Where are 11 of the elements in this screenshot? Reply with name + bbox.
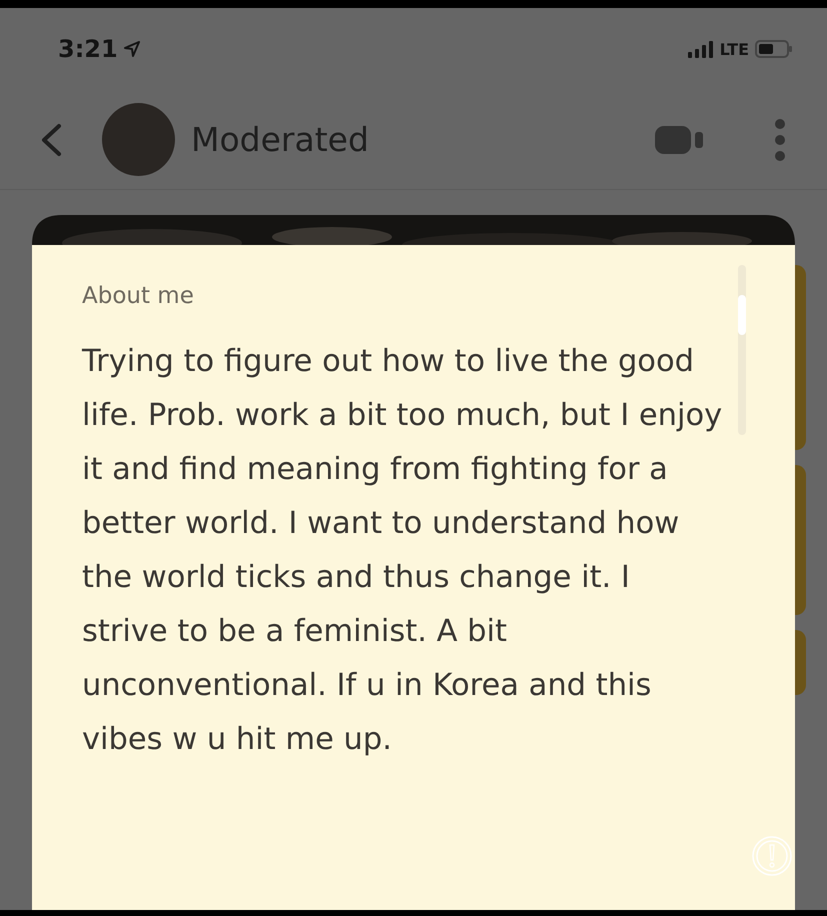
scrollbar[interactable]	[738, 265, 746, 435]
more-icon[interactable]	[773, 118, 787, 162]
about-text: Trying to figure out how to live the good life. Prob. work a bit too much, but I enjoy it and find meaning from fighting for a better world. I want to understand how the world ticks and thus change it. I strive to be a feminist. A bit unconventional. If u in Korea and this vibes w u hit me up.	[82, 343, 724, 759]
back-icon[interactable]	[40, 122, 62, 156]
network-label: LTE	[720, 40, 749, 58]
battery-icon	[755, 40, 793, 58]
section-title: About me	[82, 283, 195, 309]
clock-time: 3:21	[58, 35, 118, 63]
signal-icon	[688, 40, 714, 58]
location-arrow-icon	[124, 41, 140, 57]
contact-name: Moderated	[191, 120, 370, 159]
